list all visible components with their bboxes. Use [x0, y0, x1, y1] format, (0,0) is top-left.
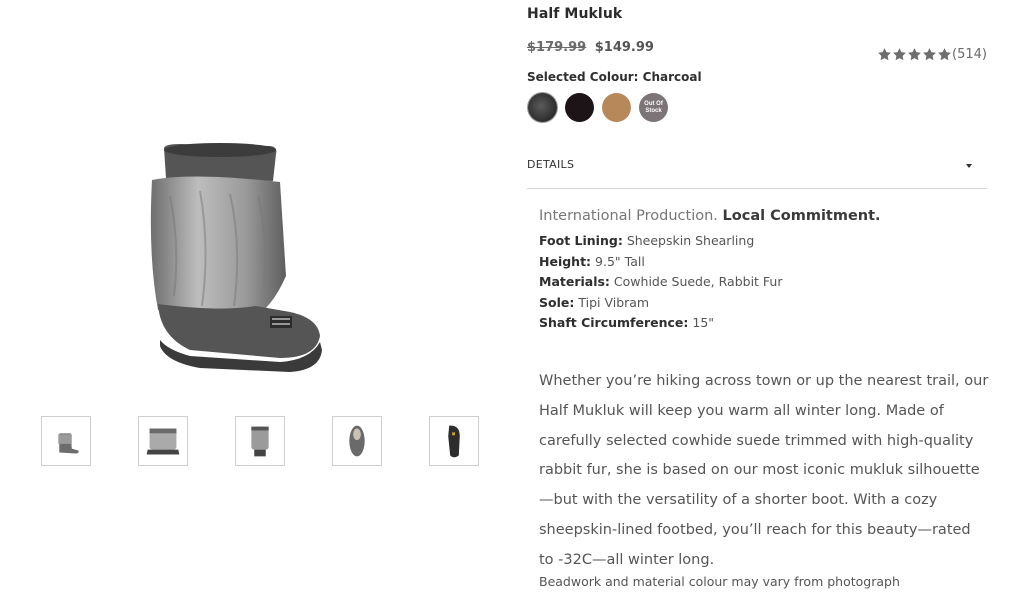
star-rating [877, 47, 952, 62]
swatch-black[interactable] [565, 93, 594, 122]
thumbnail-top-view[interactable] [332, 416, 382, 466]
spec-value: 9.5" Tall [595, 253, 645, 269]
spec-row: Sole: Tipi Vibram [539, 293, 989, 314]
product-description: Whether you’re hiking across town or up … [539, 373, 989, 568]
product-title: Half Mukluk [527, 6, 623, 22]
spec-row: Shaft Circumference: 15" [539, 313, 989, 334]
spec-row: Height: 9.5" Tall [539, 252, 989, 273]
sale-price: $149.99 [594, 40, 654, 55]
star-icon [907, 47, 922, 62]
tagline-bold: Local Commitment. [722, 208, 881, 224]
thumbnail-sole-view[interactable] [429, 416, 479, 466]
spec-key: Sole: [539, 294, 575, 310]
details-accordion-toggle[interactable]: DETAILS [527, 146, 987, 189]
star-icon [877, 47, 892, 62]
tagline-prefix: International Production. [539, 208, 718, 224]
selected-colour-label: Selected Colour: Charcoal [527, 70, 702, 84]
spec-value: Cowhide Suede, Rabbit Fur [613, 274, 783, 290]
spec-key: Foot Lining: [539, 233, 623, 248]
swatch-charcoal[interactable] [528, 93, 557, 122]
product-rating[interactable]: (514) [877, 46, 987, 62]
caret-down-icon [966, 164, 972, 168]
thumbnail-side-view[interactable] [41, 416, 91, 466]
details-content: International Production. Local Commitme… [539, 207, 989, 334]
original-price: $179.99 [527, 40, 587, 55]
mukluk-boot-image [150, 143, 322, 372]
colour-swatches: Out Of Stock [527, 93, 677, 123]
spec-value: Sheepskin Shearling [626, 233, 755, 248]
spec-row: Foot Lining: Sheepskin Shearling [539, 231, 989, 252]
swatch-tan[interactable] [602, 93, 631, 122]
thumbnail-front-view[interactable] [138, 416, 188, 466]
swatch-out-of-stock[interactable]: Out Of Stock [639, 93, 668, 122]
spec-value: Tipi Vibram [578, 294, 650, 310]
thumbnail-back-view[interactable] [235, 416, 285, 466]
star-icon [937, 47, 952, 62]
spec-key: Height: [539, 253, 592, 269]
spec-row: Materials: Cowhide Suede, Rabbit Fur [539, 272, 989, 293]
star-icon [922, 47, 937, 62]
tagline: International Production. Local Commitme… [539, 207, 989, 225]
details-label: DETAILS [527, 158, 575, 171]
thumbnail-strip [41, 416, 481, 466]
colour-disclaimer: Beadwork and material colour may vary fr… [539, 574, 900, 589]
star-icon [892, 47, 907, 62]
spec-value: 15" [692, 315, 715, 331]
spec-key: Materials: [539, 274, 610, 290]
review-count-link[interactable]: (514) [952, 47, 987, 62]
product-main-image [130, 136, 340, 386]
price-row: $179.99 $149.99 [527, 40, 654, 55]
out-of-stock-badge: Out Of Stock [644, 100, 663, 114]
spec-key: Shaft Circumference: [539, 315, 689, 331]
spec-list: Foot Lining: Sheepskin Shearling Height:… [539, 231, 989, 334]
